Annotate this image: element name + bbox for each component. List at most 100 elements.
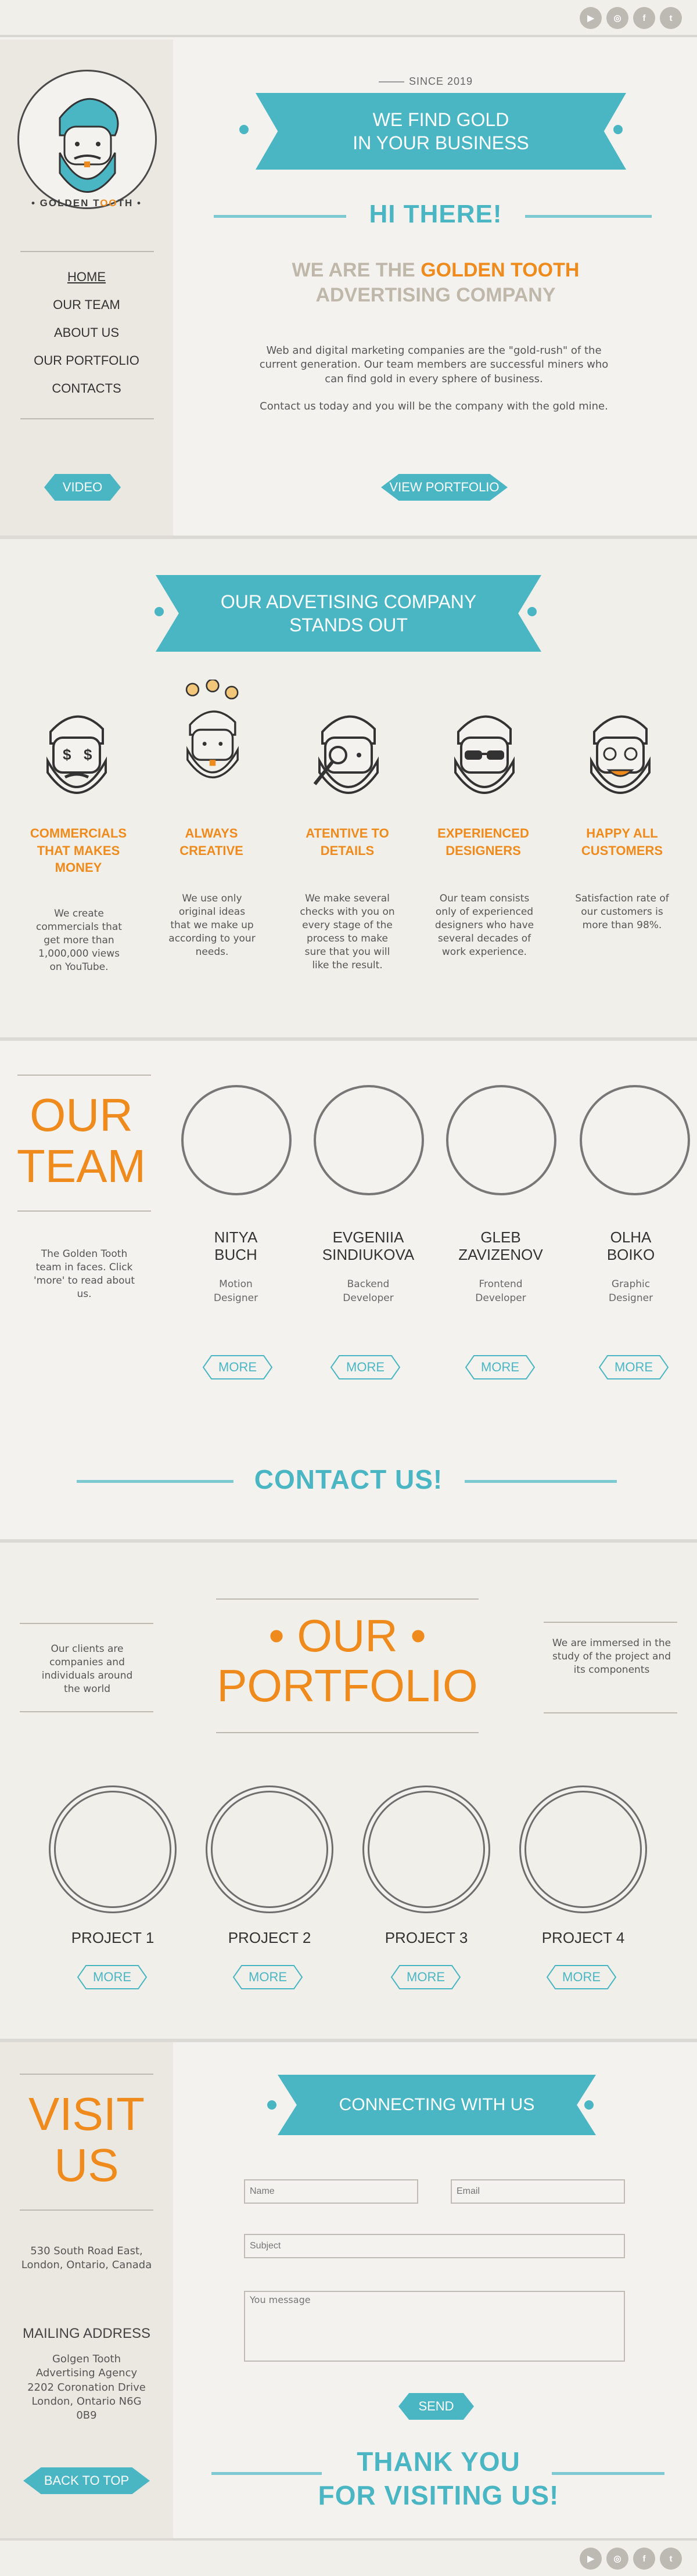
video-button[interactable]: VIDEO [44, 474, 121, 501]
more-button[interactable]: MORE [232, 1964, 303, 1990]
divider [216, 1598, 479, 1600]
nav-our-team[interactable]: OUR TEAM [0, 297, 173, 312]
ribbon-dot [584, 2100, 594, 2110]
mailing-address-label: MAILING ADDRESS [22, 2326, 151, 2341]
hero-paragraph: Web and digital marketing companies are … [259, 344, 609, 385]
feature-title: HAPPY ALL CUSTOMERS [581, 826, 663, 858]
portfolio-right-text: We are immersed in the study of the proj… [552, 1637, 671, 1676]
instagram-icon[interactable]: ◎ [606, 2548, 628, 2570]
twitter-icon[interactable]: t [660, 7, 682, 29]
thank-you-heading: THANK YOU FOR VISITING US! [318, 2446, 559, 2510]
divider [214, 215, 346, 218]
member-photo[interactable] [580, 1085, 690, 1195]
feature-title: COMMERCIALS THAT MAKES MONEY [30, 826, 127, 875]
divider [20, 2209, 153, 2211]
team-title: OUR TEAM [16, 1089, 146, 1192]
section-divider [0, 1037, 697, 1041]
divider [20, 251, 154, 252]
project-title: PROJECT 3 [385, 1929, 468, 1946]
member-name: OLHA BOIKO [606, 1228, 655, 1263]
project-title: PROJECT 2 [228, 1929, 311, 1946]
youtube-icon[interactable]: ▶ [580, 2548, 602, 2570]
portfolio-left-text: Our clients are companies and individual… [41, 1643, 133, 1695]
project-title: PROJECT 1 [71, 1929, 155, 1946]
divider [216, 1732, 479, 1733]
member-role: Frontend Developer [475, 1278, 526, 1304]
magnifier-icon [313, 715, 379, 794]
instagram-icon[interactable]: ◎ [606, 7, 628, 29]
divider [465, 1480, 617, 1483]
nav-about-us[interactable]: ABOUT US [0, 325, 173, 340]
facebook-icon[interactable]: f [633, 7, 655, 29]
project-image[interactable] [519, 1785, 647, 1913]
feature-desc: Our team consists only of experienced de… [434, 893, 534, 958]
more-button[interactable]: MORE [546, 1964, 617, 1990]
subject-input[interactable] [244, 2234, 625, 2258]
hero-ribbon: WE FIND GOLD IN YOUR BUSINESS [256, 93, 626, 170]
divider [525, 215, 652, 218]
ribbon-dot [527, 607, 537, 616]
svg-text:$: $ [63, 746, 71, 763]
svg-text:$: $ [84, 746, 92, 763]
money-eyes-icon: $ $ [46, 715, 107, 794]
more-button[interactable]: MORE [77, 1964, 148, 1990]
nav-our-portfolio[interactable]: OUR PORTFOLIO [0, 353, 173, 368]
happy-face-icon [590, 715, 651, 794]
view-portfolio-button[interactable]: VIEW PORTFOLIO [381, 474, 508, 501]
project-image[interactable] [362, 1785, 490, 1913]
logo[interactable] [17, 70, 157, 209]
feature-title: EXPERIENCED DESIGNERS [437, 826, 529, 858]
project-image[interactable] [206, 1785, 333, 1913]
feature-desc: We make several checks with you on every… [300, 893, 395, 971]
portfolio-title: • OUR • PORTFOLIO [217, 1610, 478, 1711]
email-input[interactable] [451, 2179, 625, 2204]
back-to-top-button[interactable]: BACK TO TOP [23, 2467, 150, 2494]
mailing-address: Golgen Tooth Advertising Agency 2202 Cor… [27, 2353, 146, 2422]
ribbon-dot [267, 2100, 276, 2110]
contact-us-heading[interactable]: CONTACT US! [232, 1464, 465, 1495]
feature-title: ALWAYS CREATIVE [179, 826, 243, 858]
divider [20, 418, 154, 419]
sunglasses-icon [454, 715, 515, 794]
footer-bar: ▶ ◎ f t [0, 2538, 697, 2576]
divider [17, 1210, 151, 1212]
divider [20, 1711, 153, 1712]
more-button[interactable]: MORE [202, 1355, 273, 1380]
feature-desc: Satisfaction rate of our customers is mo… [575, 893, 669, 931]
twitter-icon[interactable]: t [660, 2548, 682, 2570]
connecting-ribbon: CONNECTING WITH US [278, 2075, 596, 2135]
ribbon-dot [613, 125, 623, 134]
bearded-man-logo-icon [59, 98, 119, 193]
member-role: Motion Designer [213, 1278, 258, 1304]
more-button[interactable]: MORE [598, 1355, 669, 1380]
divider [20, 2074, 153, 2075]
top-bar: ▶ ◎ f t [0, 0, 697, 37]
nav-contacts[interactable]: CONTACTS [0, 381, 173, 396]
youtube-icon[interactable]: ▶ [580, 7, 602, 29]
divider [77, 1480, 233, 1483]
more-button[interactable]: MORE [390, 1964, 461, 1990]
name-input[interactable] [244, 2179, 418, 2204]
member-photo[interactable] [314, 1085, 424, 1195]
member-photo[interactable] [446, 1085, 556, 1195]
feature-title: ATENTIVE TO DETAILS [306, 826, 389, 858]
more-button[interactable]: MORE [330, 1355, 401, 1380]
member-photo[interactable] [181, 1085, 292, 1195]
member-role: Graphic Designer [608, 1278, 653, 1304]
project-image[interactable] [49, 1785, 177, 1913]
visit-us-title: VISIT US [28, 2088, 145, 2191]
send-button[interactable]: SEND [398, 2393, 474, 2420]
team-description: The Golden Tooth team in faces. Click 'm… [34, 1248, 135, 1300]
project-title: PROJECT 4 [541, 1929, 625, 1946]
divider [544, 1622, 677, 1623]
tagline: WE ARE THE GOLDEN TOOTH ADVERTISING COMPA… [292, 259, 580, 306]
divider [544, 1712, 677, 1713]
facebook-icon[interactable]: f [633, 2548, 655, 2570]
nav-home[interactable]: HOME [0, 270, 173, 285]
hi-there-heading: HI THERE! [369, 200, 502, 228]
logo-text: • GOLDEN TOOTH • [31, 197, 142, 209]
message-textarea[interactable] [244, 2291, 625, 2362]
more-button[interactable]: MORE [465, 1355, 536, 1380]
divider [20, 1623, 153, 1624]
hero-paragraph-2: Contact us today and you will be the com… [260, 400, 608, 412]
